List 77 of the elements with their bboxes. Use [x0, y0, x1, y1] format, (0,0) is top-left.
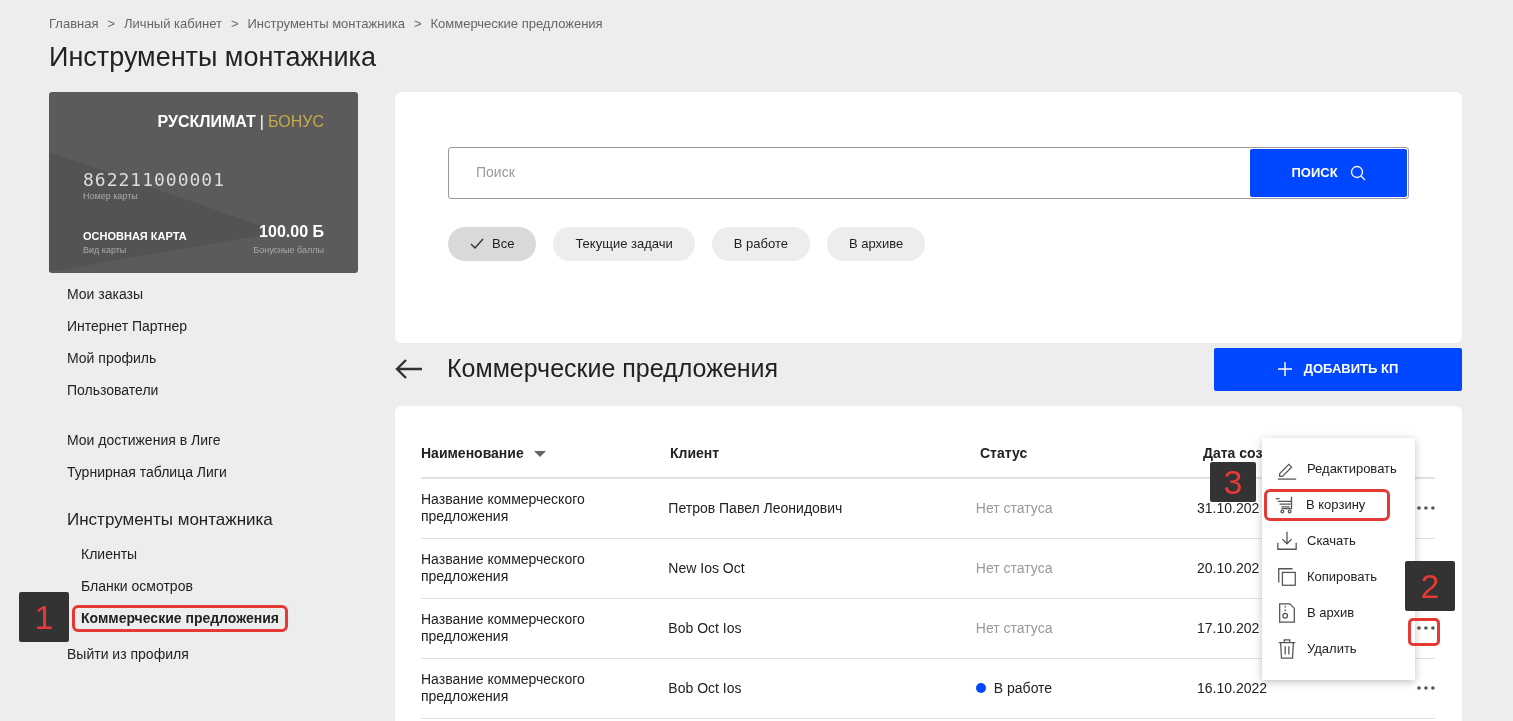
filter-chip[interactable]: Все — [448, 226, 537, 261]
annotation-badge: 2 — [1405, 561, 1455, 611]
table-cell: 17.10.202 — [1197, 619, 1260, 636]
bonus-points: 100.00 Б — [258, 222, 324, 242]
sidebar-link[interactable]: Пользователи — [67, 380, 159, 413]
table-cell-text: Bob Oct Ios — [668, 618, 743, 638]
table-cell-text: Название коммерческого предложения — [421, 551, 586, 585]
add-button[interactable]: ДОБАВИТЬ КП — [1214, 347, 1462, 391]
column-header: Наименование — [421, 444, 524, 463]
menu-item[interactable]: Скачать — [1275, 525, 1370, 557]
card-type-label: Вид карты — [83, 244, 128, 257]
search-icon — [1349, 164, 1366, 181]
brand-separator: | — [259, 111, 264, 132]
more-options-icon[interactable] — [1417, 506, 1435, 510]
table-cell-text: Название коммерческого предложения — [421, 671, 586, 705]
status-text: Нет статуса — [975, 618, 1053, 638]
breadcrumb-link[interactable]: Инструменты монтажника — [247, 14, 405, 34]
menu-item[interactable]: В архив — [1275, 597, 1369, 629]
section-title: Коммерческие предложения — [447, 353, 779, 385]
sidebar-link[interactable]: Мой профиль — [67, 348, 157, 381]
search-button[interactable]: ПОИСК — [1250, 148, 1407, 197]
filter-chip[interactable]: Текущие задачи — [553, 226, 695, 261]
bonus-points-label: Бонусные баллы — [253, 244, 324, 257]
filter-chip[interactable]: В работе — [711, 226, 810, 261]
breadcrumb-link[interactable]: Главная — [49, 14, 99, 34]
more-options-icon[interactable] — [1417, 626, 1435, 630]
card-number: 862211000001 — [83, 169, 227, 190]
logout-link[interactable]: Выйти из профиля — [67, 644, 189, 665]
card-number-label: Номер карты — [83, 189, 139, 203]
annotation-badge: 3 — [1210, 462, 1256, 502]
copy-icon — [1276, 566, 1298, 588]
status-text: Нет статуса — [975, 558, 1053, 578]
breadcrumb-link[interactable]: Личный кабинет — [124, 14, 222, 34]
table-cell-text: Название коммерческого предложения — [421, 611, 586, 645]
annotation-badge: 1 — [19, 592, 69, 642]
status-text: В работе — [993, 678, 1053, 698]
sidebar-section-title: Инструменты монтажника — [67, 508, 274, 531]
menu-item[interactable]: В корзину — [1264, 489, 1390, 521]
sidebar-link[interactable]: Клиенты — [81, 545, 138, 577]
breadcrumb-separator: > — [230, 15, 239, 33]
back-arrow-icon[interactable] — [395, 359, 423, 379]
more-options-icon[interactable] — [1417, 686, 1435, 690]
sort-caret-icon[interactable] — [533, 450, 546, 457]
search-field[interactable]: Поиск ПОИСК — [448, 146, 1409, 199]
table-cell: 16.10.2022 — [1197, 679, 1268, 696]
breadcrumb-separator: > — [413, 15, 422, 33]
sidebar-link[interactable]: Коммерческие предложения — [72, 605, 288, 632]
table-cell: 20.10.202 — [1197, 559, 1260, 576]
table-cell-text: Петров Павел Леонидович — [668, 498, 844, 518]
filter-chip[interactable]: В архиве — [826, 226, 926, 261]
column-header: Статус — [980, 445, 1028, 461]
sidebar-link[interactable]: Интернет Партнер — [67, 316, 188, 349]
brand-suffix: БОНУС — [267, 111, 324, 132]
trash-icon — [1276, 638, 1298, 660]
archive-file-icon — [1276, 602, 1298, 624]
breadcrumb-separator: > — [107, 15, 116, 33]
check-icon — [470, 237, 484, 250]
card-type: ОСНОВНАЯ КАРТА — [83, 228, 187, 244]
page-title: Инструменты монтажника — [49, 40, 377, 74]
menu-item[interactable]: Копировать — [1275, 561, 1391, 593]
column-header: Дата соз — [1203, 445, 1263, 461]
sidebar-link[interactable]: Мои достижения в Лиге — [67, 430, 221, 463]
column-header: Клиент — [670, 445, 720, 461]
status-text: Нет статуса — [975, 498, 1053, 518]
menu-item[interactable]: Редактировать — [1275, 453, 1411, 485]
highlight-outline — [1408, 618, 1440, 646]
download-icon — [1276, 530, 1298, 552]
breadcrumb-link[interactable]: Коммерческие предложения — [430, 14, 603, 34]
table-cell-text: New Ios Oct — [668, 558, 746, 578]
table-cell-text: Название коммерческого предложения — [421, 491, 586, 525]
brand-logo-text: РУСКЛИМАТ — [157, 111, 256, 132]
plus-icon — [1277, 362, 1292, 376]
sidebar-link[interactable]: Мои заказы — [67, 284, 144, 317]
sidebar-link[interactable]: Турнирная таблица Лиги — [67, 462, 227, 495]
menu-item[interactable]: Удалить — [1275, 633, 1371, 665]
table-cell: 31.10.202 — [1197, 499, 1260, 516]
table-cell-text: Bob Oct Ios — [668, 678, 743, 698]
